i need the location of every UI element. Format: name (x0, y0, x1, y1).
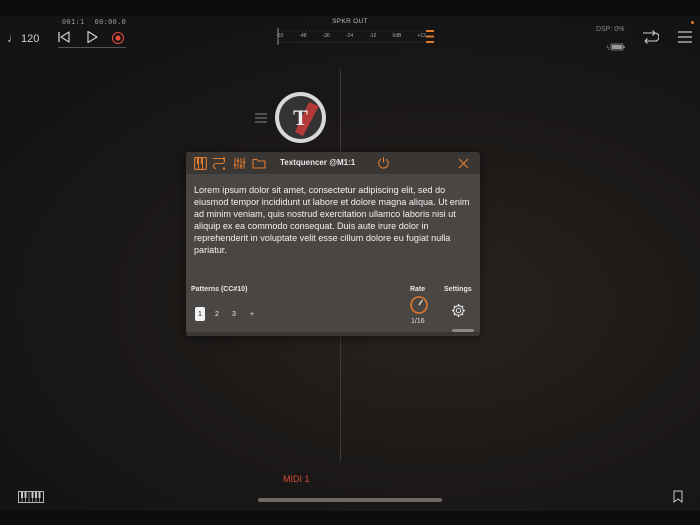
bar-position: 001:1 (62, 18, 85, 26)
rewind-button[interactable] (56, 29, 72, 45)
rate-label: Rate (410, 286, 426, 293)
meter-tick: +12 (417, 33, 426, 39)
output-meter-title: SPKR OUT (332, 18, 368, 25)
close-button[interactable] (456, 156, 470, 170)
svg-text:ϟ: ϟ (606, 45, 610, 51)
plugin-window: Textquencer @M1:1 Lorem ipsum dolor sit … (186, 152, 480, 336)
rate-value: 1/16 (411, 318, 425, 325)
keyboard-button[interactable] (18, 490, 44, 508)
plugin-logo: T (279, 96, 322, 139)
close-icon (458, 158, 468, 168)
pattern-button-2[interactable]: 2 (212, 307, 222, 321)
home-indicator[interactable] (258, 498, 442, 502)
folder-icon (251, 158, 266, 169)
play-button[interactable] (84, 29, 100, 45)
node-menu-button[interactable] (254, 111, 268, 130)
notification-dot (691, 21, 694, 24)
routing-button[interactable] (211, 156, 226, 170)
patterns-label: Patterns (CC#10) (191, 286, 248, 293)
list-icon (255, 113, 267, 123)
meter-tick: -48 (299, 33, 307, 39)
routing-icon (643, 30, 659, 44)
record-button[interactable] (110, 30, 125, 45)
sliders-icon (233, 157, 245, 169)
tempo-display[interactable]: ♩ 120 (7, 31, 39, 45)
resize-handle[interactable] (452, 329, 474, 332)
pattern-button-1[interactable]: 1 (195, 307, 205, 321)
plugin-logo-letter: T (293, 104, 308, 130)
presets-folder-button[interactable] (251, 156, 266, 170)
power-icon (378, 157, 389, 169)
time-position: 00:00.0 (94, 18, 127, 26)
main-menu-button[interactable] (676, 28, 694, 46)
plugin-node-button[interactable]: T (275, 92, 326, 143)
bypass-power-button[interactable] (376, 155, 391, 170)
bookmark-button[interactable] (673, 490, 683, 508)
dsp-load-readout: DSP: 0% (596, 26, 625, 33)
knob-icon (410, 296, 428, 314)
record-icon (111, 31, 124, 44)
settings-button[interactable] (450, 302, 466, 318)
quarter-note-icon: ♩ (7, 31, 19, 45)
meter-tick: 0dB (392, 33, 402, 39)
meter-tick: -12 (369, 33, 377, 39)
meter-scale: -60 -48 -36 -24 -12 0dB +12 (276, 33, 426, 39)
piano-keys-icon (193, 156, 207, 170)
position-readout: 001:1 00:00.0 (62, 18, 136, 26)
play-icon (87, 30, 98, 44)
piano-keyboard-icon (18, 491, 44, 503)
gear-icon (451, 303, 465, 317)
plugin-window-title: Textquencer @M1:1 (280, 158, 356, 167)
add-pattern-button[interactable]: + (247, 307, 257, 321)
pattern-button-3[interactable]: 3 (229, 307, 239, 321)
tempo-value: 120 (21, 33, 40, 45)
meter-tick: -24 (345, 33, 354, 39)
battery-icon: ϟ (606, 38, 626, 56)
menu-icon (678, 31, 692, 43)
settings-label: Settings (444, 286, 472, 293)
channel-label[interactable]: MIDI 1 (283, 474, 310, 484)
mixer-button[interactable] (232, 156, 246, 170)
transport-progress-line (58, 47, 126, 48)
skip-back-icon (58, 31, 70, 43)
keyboard-view-button[interactable] (193, 156, 207, 170)
sequencer-text-area[interactable]: Lorem ipsum dolor sit amet, consectetur … (194, 184, 476, 256)
meter-tick: -36 (322, 33, 330, 39)
output-level-meter: -60 -48 -36 -24 -12 0dB +12 (276, 27, 436, 47)
meter-tick: -60 (276, 33, 284, 39)
bookmark-icon (673, 490, 683, 503)
routing-icon (212, 156, 225, 170)
rate-knob[interactable] (408, 294, 430, 316)
routing-toggle-button[interactable] (640, 28, 660, 46)
plugin-window-footer (186, 332, 480, 336)
